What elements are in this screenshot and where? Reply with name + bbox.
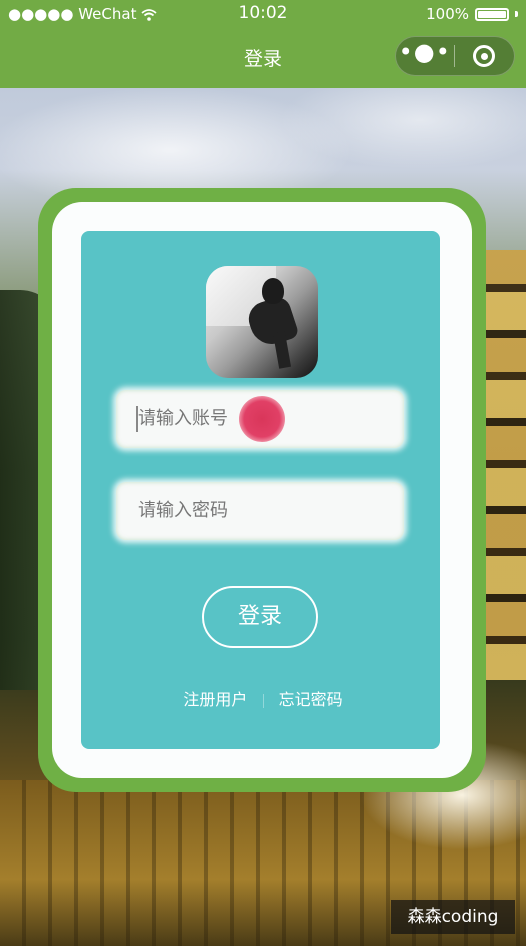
battery-percent: 100% xyxy=(426,5,469,23)
login-button[interactable]: 登录 xyxy=(202,586,318,648)
battery-icon xyxy=(475,7,509,21)
touch-indicator xyxy=(239,396,285,442)
record-circle-icon xyxy=(473,45,496,67)
close-miniprogram-button[interactable] xyxy=(455,45,515,67)
status-bar: ●●●●● WeChat 10:02 100% xyxy=(0,0,526,28)
password-input[interactable]: 请输入密码 xyxy=(116,482,404,540)
miniprogram-capsule: •●• xyxy=(395,36,515,76)
link-separator xyxy=(262,693,264,708)
battery-nub xyxy=(515,11,518,17)
forgot-password-link[interactable]: 忘记密码 xyxy=(279,690,343,709)
text-caret xyxy=(136,406,138,432)
battery-group: 100% xyxy=(426,5,518,23)
watermark-label: 森森coding xyxy=(391,900,515,934)
avatar xyxy=(206,266,318,378)
top-bar: ●●●●● WeChat 10:02 100% 登录 •●• xyxy=(0,0,526,88)
account-placeholder: 请输入账号 xyxy=(138,408,228,429)
auth-links: 注册用户 忘记密码 xyxy=(0,686,526,710)
register-link[interactable]: 注册用户 xyxy=(183,690,247,709)
password-placeholder: 请输入密码 xyxy=(138,500,228,521)
background-pavilion xyxy=(480,250,526,680)
more-menu-button[interactable]: •●• xyxy=(396,40,454,64)
